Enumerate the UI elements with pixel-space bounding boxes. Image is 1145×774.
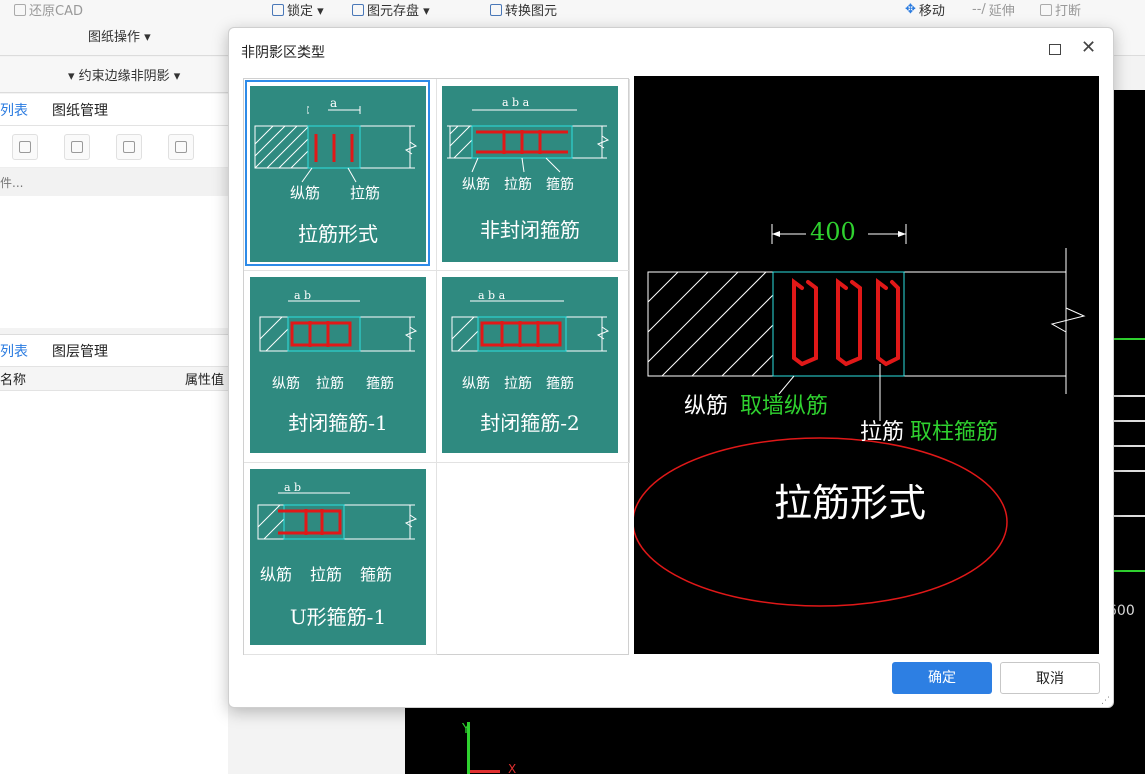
tile-sub-long: 纵筋 xyxy=(462,376,490,392)
tile-sub-stirrup: 箍筋 xyxy=(546,376,574,392)
type-tile-closed-stirrup-1[interactable]: 纵筋 拉筋 箍筋 a b 封闭箍筋-1 xyxy=(244,271,437,463)
maximize-icon[interactable] xyxy=(1049,44,1061,55)
element-storage-button[interactable]: 图元存盘 ▾ xyxy=(352,0,430,19)
tile-dim: a b a xyxy=(502,96,530,109)
copy-button[interactable] xyxy=(12,133,38,160)
col-name: 名称 xyxy=(0,373,27,388)
preview-drawing xyxy=(632,222,1086,607)
y-axis-label: Y xyxy=(462,722,470,737)
property-header: 名称 属性值 xyxy=(0,367,228,391)
close-icon[interactable]: ✕ xyxy=(1081,37,1096,58)
lock-button[interactable]: 锁定 ▾ xyxy=(272,0,324,19)
dialog-title: 非阴影区类型 xyxy=(241,45,325,61)
type-tile-tie[interactable]: 纵筋 拉筋 a 拉筋形式 xyxy=(244,79,437,271)
storage-icon xyxy=(352,3,364,16)
tile-sub-long: 纵筋 xyxy=(260,565,293,584)
tile-dim: a b a xyxy=(478,289,506,302)
tab-list-2[interactable]: 列表 xyxy=(0,341,28,361)
cad-line xyxy=(1112,570,1145,572)
preview-pane: 400 纵筋 取墙纵筋 拉筋 取柱箍筋 拉筋形式 xyxy=(632,76,1099,654)
preview-label-tie: 拉筋 xyxy=(860,420,905,445)
tile-label: 非封闭箍筋 xyxy=(480,218,580,242)
drawing-ops-menu[interactable]: 图纸操作 ▾ xyxy=(88,26,151,45)
cad-line xyxy=(1112,515,1145,517)
layer-panel: 列表 图层管理 名称 属性值 xyxy=(0,334,228,774)
tile-sub-stirrup: 箍筋 xyxy=(366,376,394,392)
type-tile-open-stirrup[interactable]: 纵筋 拉筋 箍筋 a b a 非封闭箍筋 xyxy=(437,79,630,271)
tile-image: 纵筋 拉筋 箍筋 a b a 封闭箍筋-2 xyxy=(442,277,618,453)
extend-button[interactable]: --/延伸 xyxy=(972,0,1015,19)
restore-cad-button[interactable]: 还原CAD xyxy=(14,0,83,19)
type-tile-u-stirrup-1[interactable]: 纵筋 拉筋 箍筋 a b U形箍筋-1 xyxy=(244,463,437,655)
tile-sub-stirrup: 箍筋 xyxy=(546,177,574,193)
move-icon: ✥ xyxy=(905,2,916,17)
preview-dimension: 400 xyxy=(810,218,856,246)
convert-element-button[interactable]: 转换图元 xyxy=(490,0,557,19)
type-tile-closed-stirrup-2[interactable]: 纵筋 拉筋 箍筋 a b a 封闭箍筋-2 xyxy=(437,271,630,463)
tile-image: 纵筋 拉筋 箍筋 a b 封闭箍筋-1 xyxy=(250,277,426,453)
tile-sub-long: 纵筋 xyxy=(462,177,490,193)
tab-drawing-mgmt[interactable]: 图纸管理 xyxy=(52,100,108,120)
cad-line xyxy=(1112,445,1145,447)
copy-icon xyxy=(19,140,31,153)
preview-title: 拉筋形式 xyxy=(774,481,927,525)
lock-icon xyxy=(272,3,284,16)
break-icon xyxy=(1040,3,1052,16)
tile-label: 封闭箍筋-2 xyxy=(480,411,580,435)
col-prop: 属性值 xyxy=(184,373,224,388)
trash-icon xyxy=(71,140,83,153)
cancel-button[interactable]: 取消 xyxy=(1000,662,1100,694)
tile-image: 纵筋 拉筋 箍筋 a b a 非封闭箍筋 xyxy=(442,86,618,262)
preview-label-tie-note: 取柱箍筋 xyxy=(910,420,999,445)
drawing-actions xyxy=(0,126,228,168)
tile-sub-tie: 拉筋 xyxy=(310,565,343,584)
extend-icon: --/ xyxy=(972,2,986,17)
tile-sub-tie: 拉筋 xyxy=(504,376,532,392)
tile-sub-long: 纵筋 xyxy=(290,184,321,202)
tile-sub-stirrup: 箍筋 xyxy=(360,565,393,584)
tile-dim: a xyxy=(330,96,338,110)
duplicate-icon xyxy=(123,140,135,153)
drawing-panel-tabs: 列表 图纸管理 xyxy=(0,94,228,126)
constraint-edge-select[interactable]: ▾ 约束边缘非阴影 ▾ xyxy=(68,65,180,84)
tile-image: 纵筋 拉筋 a 拉筋形式 xyxy=(250,86,426,262)
type-grid: 纵筋 拉筋 a 拉筋形式 纵筋 拉筋 箍筋 a b a 非封闭箍筋 纵筋 拉筋 … xyxy=(243,78,630,655)
break-button[interactable]: 打断 xyxy=(1040,0,1081,19)
tab-list[interactable]: 列表 xyxy=(0,100,28,120)
shadow-area-type-dialog: 非阴影区类型 ✕ 纵筋 拉筋 a 拉筋形式 纵筋 拉筋 箍筋 a b a 非封闭… xyxy=(228,27,1114,708)
cad-line xyxy=(1112,470,1145,472)
ok-button[interactable]: 确定 xyxy=(892,662,992,694)
layer-panel-tabs: 列表 图层管理 xyxy=(0,335,228,367)
tile-label: 封闭箍筋-1 xyxy=(288,411,388,435)
x-axis-indicator xyxy=(470,770,500,773)
delete-button[interactable] xyxy=(64,133,90,160)
convert-icon xyxy=(490,3,502,16)
cad-line xyxy=(1112,395,1145,397)
move-button[interactable]: ✥ 移动 xyxy=(905,0,945,19)
tile-image: 纵筋 拉筋 箍筋 a b U形箍筋-1 xyxy=(250,469,426,645)
tile-dim: a b xyxy=(294,289,312,302)
duplicate-button[interactable] xyxy=(116,133,142,160)
save-button[interactable] xyxy=(168,133,194,160)
cad-line xyxy=(1112,338,1145,340)
tile-sub-tie: 拉筋 xyxy=(316,376,344,392)
preview-label-long-note: 取墙纵筋 xyxy=(740,394,829,419)
tile-sub-tie: 拉筋 xyxy=(350,184,381,202)
preview-label-long: 纵筋 xyxy=(684,394,729,419)
tile-sub-tie: 拉筋 xyxy=(504,177,532,193)
x-axis-label: X xyxy=(508,762,517,774)
save-icon xyxy=(175,140,187,153)
drawing-panel: 列表 图纸管理 件... xyxy=(0,94,228,328)
resize-grip-icon[interactable]: ⋰ xyxy=(1101,696,1110,706)
cad-line xyxy=(1112,420,1145,422)
tile-dim: a b xyxy=(284,481,302,494)
filter-row: ▾ 约束边缘非阴影 ▾ xyxy=(0,57,228,93)
tile-label: 拉筋形式 xyxy=(298,222,378,246)
tile-sub-long: 纵筋 xyxy=(272,376,300,392)
tab-layer-mgmt[interactable]: 图层管理 xyxy=(52,341,108,361)
tile-label: U形箍筋-1 xyxy=(289,605,387,629)
search-input[interactable]: 件... xyxy=(0,168,228,196)
restore-icon xyxy=(14,3,26,16)
